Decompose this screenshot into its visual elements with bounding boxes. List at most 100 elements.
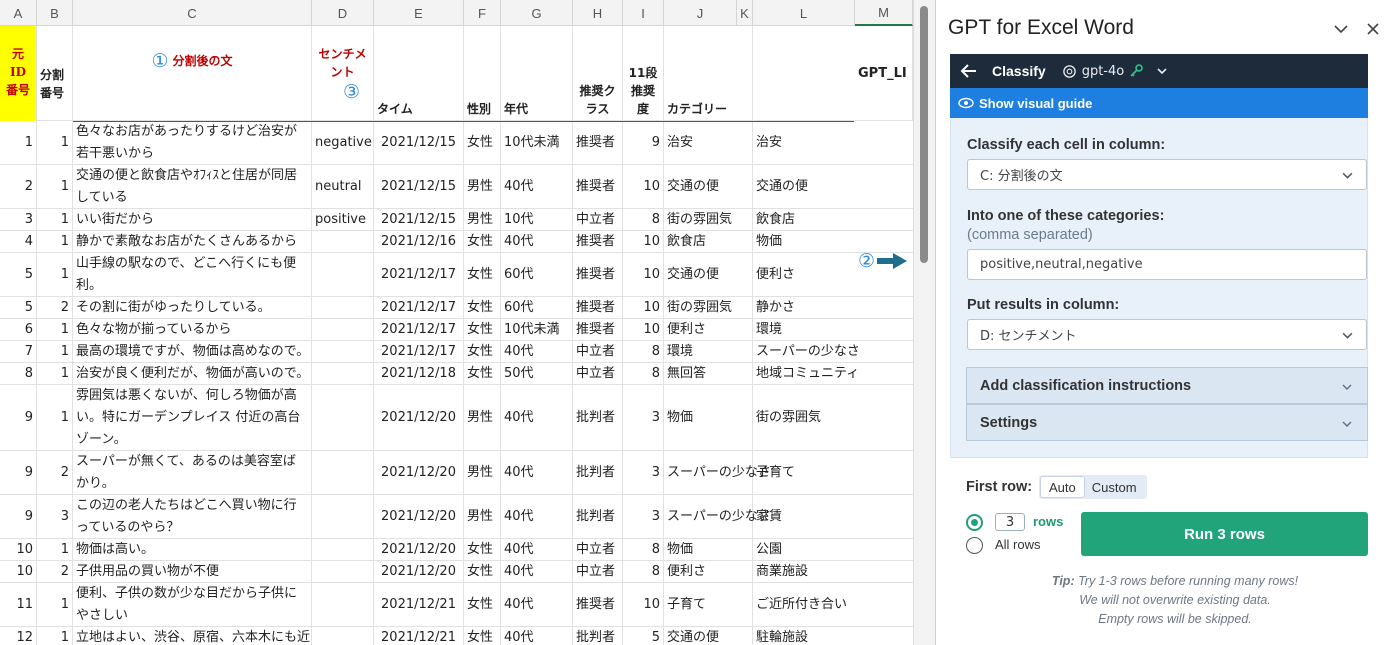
cell-i[interactable]: 10 [623,231,664,252]
cell-j[interactable]: 交通の便 [664,253,737,296]
cell-a[interactable]: 5 [0,253,37,296]
cell-l[interactable]: スーパーの少なさ [753,341,860,362]
cell-b[interactable]: 1 [37,121,73,164]
header-cell-l[interactable] [753,26,855,121]
column-header-g[interactable]: G [501,0,573,26]
cell-j[interactable]: 環境 [664,341,737,362]
cell-f[interactable]: 男性 [464,495,501,538]
column-header-m[interactable]: M [855,0,913,26]
cell-g[interactable]: 40代 [501,165,573,208]
cell-m[interactable] [855,209,913,230]
cell-h[interactable]: 推奨者 [573,165,623,208]
cell-j[interactable]: 飲食店 [664,231,737,252]
collapse-panel-button[interactable] [1332,20,1350,38]
cell-e[interactable]: 2021/12/20 [374,451,464,494]
rows-count-input[interactable]: 3 [995,513,1025,531]
classification-instructions-accordion[interactable]: Add classification instructions [966,367,1368,404]
cell-e[interactable]: 2021/12/17 [374,341,464,362]
cell-f[interactable]: 女性 [464,363,501,384]
cell-d[interactable] [312,363,374,384]
header-cell-m[interactable]: GPT_LI [855,26,913,121]
header-cell-j[interactable]: カテゴリー [664,26,737,121]
cell-f[interactable]: 女性 [464,319,501,340]
cell-h[interactable]: 中立者 [573,561,623,582]
cell-g[interactable]: 10代未満 [501,121,573,164]
cell-k[interactable] [737,583,753,626]
cell-b[interactable]: 1 [37,253,73,296]
cell-h[interactable]: 中立者 [573,341,623,362]
cell-m[interactable] [855,539,913,560]
cell-l[interactable]: 交通の便 [753,165,855,208]
cell-j[interactable]: スーパーの少なさ [664,451,771,494]
cell-i[interactable]: 8 [623,341,664,362]
cell-d[interactable] [312,297,374,318]
cell-g[interactable]: 50代 [501,363,573,384]
cell-c[interactable]: 治安が良く便利だが、物価が高いので。 [73,363,312,384]
cell-j[interactable]: 交通の便 [664,627,737,645]
cell-b[interactable]: 2 [37,297,73,318]
cell-l[interactable]: 環境 [753,319,855,340]
cell-d[interactable] [312,539,374,560]
cell-d[interactable] [312,561,374,582]
cell-m[interactable] [855,319,913,340]
cell-a[interactable]: 4 [0,231,37,252]
results-column-select[interactable]: D: センチメント [967,319,1367,350]
cell-h[interactable]: 中立者 [573,209,623,230]
cell-c[interactable]: その割に街がゆったりしている。 [73,297,312,318]
cell-e[interactable]: 2021/12/16 [374,231,464,252]
cell-a[interactable]: 12 [0,627,37,645]
cell-b[interactable]: 1 [37,363,73,384]
cell-k[interactable] [737,231,753,252]
cell-m[interactable] [855,121,913,164]
cell-m[interactable] [855,341,913,362]
cell-l[interactable]: 治安 [753,121,855,164]
cell-h[interactable]: 批判者 [573,451,623,494]
categories-input[interactable]: positive,neutral,negative [967,249,1367,280]
back-button[interactable] [960,63,980,79]
cell-d[interactable] [312,627,374,645]
cell-h[interactable]: 推奨者 [573,121,623,164]
cell-c[interactable]: 山手線の駅なので、どこへ行くにも便利。 [73,253,312,296]
first-row-auto[interactable]: Auto [1041,477,1084,497]
cell-g[interactable]: 40代 [501,539,573,560]
header-cell-b[interactable]: 分割 番号 [37,26,73,121]
cell-k[interactable] [737,209,753,230]
cell-d[interactable] [312,583,374,626]
cell-b[interactable]: 1 [37,583,73,626]
cell-l[interactable]: 子育て [753,451,855,494]
cell-g[interactable]: 40代 [501,583,573,626]
cell-f[interactable]: 女性 [464,297,501,318]
cell-c[interactable]: 最高の環境ですが、物価は高めなので。 [73,341,312,362]
cell-j[interactable]: 物価 [664,539,737,560]
column-header-j[interactable]: J [664,0,737,26]
header-cell-a[interactable]: 元 ID 番号 [0,26,37,121]
cell-c[interactable]: 便利、子供の数が少な目だから子供にやさしい [73,583,312,626]
cell-l[interactable]: 飲食店 [753,209,855,230]
cell-m[interactable] [855,231,913,252]
cell-g[interactable]: 60代 [501,253,573,296]
cell-f[interactable]: 女性 [464,583,501,626]
column-header-c[interactable]: C [73,0,312,26]
cell-e[interactable]: 2021/12/20 [374,385,464,450]
cell-e[interactable]: 2021/12/21 [374,583,464,626]
cell-i[interactable]: 8 [623,363,664,384]
cell-h[interactable]: 中立者 [573,539,623,560]
cell-b[interactable]: 1 [37,341,73,362]
cell-a[interactable]: 10 [0,561,37,582]
cell-b[interactable]: 1 [37,231,73,252]
cell-f[interactable]: 女性 [464,253,501,296]
cell-d[interactable] [312,451,374,494]
cell-c[interactable]: 交通の便と飲食店やｵﾌｨｽと住居が同居している [73,165,312,208]
cell-f[interactable]: 男性 [464,209,501,230]
cell-i[interactable]: 10 [623,583,664,626]
cell-m[interactable] [855,165,913,208]
cell-m[interactable] [855,495,913,538]
column-header-i[interactable]: I [623,0,664,26]
cell-i[interactable]: 10 [623,253,664,296]
cell-k[interactable] [737,539,753,560]
cell-m[interactable] [855,627,913,645]
cell-a[interactable]: 11 [0,583,37,626]
cell-f[interactable]: 女性 [464,121,501,164]
column-header-d[interactable]: D [312,0,374,26]
cell-f[interactable]: 男性 [464,165,501,208]
